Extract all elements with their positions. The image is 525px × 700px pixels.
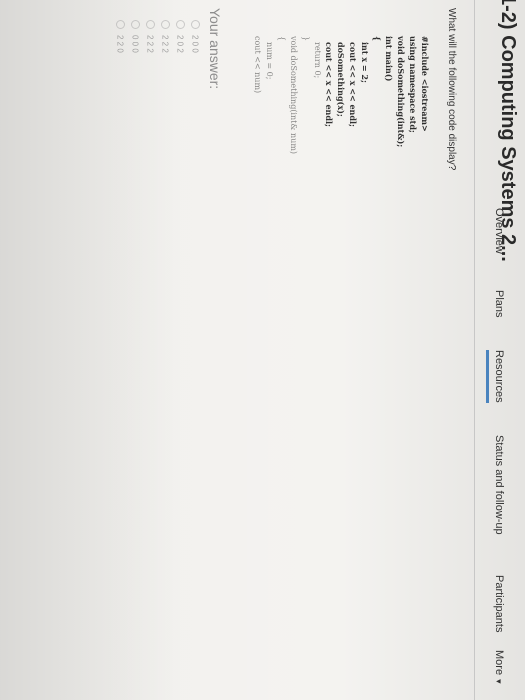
answer-option[interactable]: 0 0 0 — [130, 20, 140, 53]
code-line: doSomething(x); — [336, 42, 346, 117]
option-text: 2 2 2 — [160, 35, 170, 53]
code-line: int x = 2; — [360, 42, 370, 83]
option-text: 0 0 0 — [130, 35, 140, 53]
radio-button[interactable] — [115, 20, 125, 29]
course-header: 1-2) Computing Systems 2... Overview Pla… — [474, 0, 525, 700]
tab-plans[interactable]: Plans — [493, 290, 505, 318]
radio-button[interactable] — [190, 20, 200, 29]
code-line: num = 0; — [265, 42, 274, 80]
option-text: 2 0 0 — [190, 35, 200, 53]
tab-resources[interactable]: Resources — [486, 350, 505, 403]
chevron-down-icon: ▾ — [494, 679, 504, 684]
code-line: cout << x << endl; — [324, 42, 334, 127]
code-line: #include <iostream> — [420, 36, 430, 132]
option-text: 2 0 2 — [175, 35, 185, 53]
photo-glare — [0, 0, 245, 700]
course-nav: Overview Plans Resources Status and foll… — [481, 200, 505, 700]
tab-overview[interactable]: Overview — [493, 208, 505, 254]
code-line: return 0; — [313, 42, 322, 79]
code-line: int main() — [384, 36, 394, 82]
code-line: { — [372, 36, 382, 42]
tab-more[interactable]: More ▾ — [493, 650, 505, 684]
code-line: } — [301, 36, 310, 42]
answer-option[interactable]: 2 0 2 — [175, 20, 185, 53]
answer-option[interactable]: 2 2 2 — [160, 20, 170, 53]
code-line: using namespace std; — [408, 36, 418, 133]
answer-label: Your answer: — [207, 8, 223, 90]
radio-button[interactable] — [175, 20, 185, 29]
answer-option[interactable]: 2 2 0 — [115, 20, 125, 53]
answer-option[interactable]: 2 2 2 — [145, 20, 155, 53]
answer-option[interactable]: 2 0 0 — [190, 20, 200, 53]
tab-participants[interactable]: Participants — [493, 575, 505, 632]
quiz-page: 1-2) Computing Systems 2... Overview Pla… — [0, 0, 525, 700]
code-line: cout << x << endl; — [348, 42, 358, 127]
code-line: void doSomething(int& num) — [289, 36, 298, 155]
question-prompt: What will the following code display? — [446, 8, 457, 171]
option-text: 2 2 0 — [115, 35, 125, 53]
code-line: void doSomething(int&); — [396, 36, 406, 148]
radio-button[interactable] — [145, 20, 155, 29]
tab-status-and-follow-up[interactable]: Status and follow-up — [493, 435, 505, 535]
radio-button[interactable] — [160, 20, 170, 29]
more-label: More — [493, 650, 505, 676]
radio-button[interactable] — [130, 20, 140, 29]
option-text: 2 2 2 — [145, 35, 155, 53]
code-line: { — [277, 36, 286, 42]
code-line: cout << num) — [253, 36, 262, 94]
